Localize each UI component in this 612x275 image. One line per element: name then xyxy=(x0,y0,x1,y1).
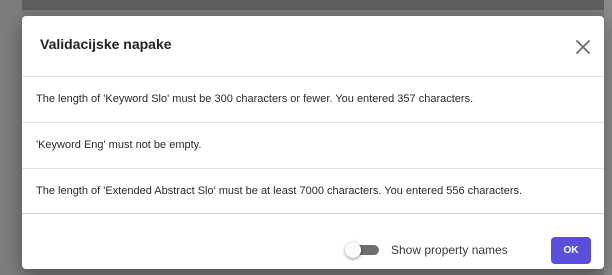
validation-errors-dialog: Validacijske napake The length of 'Keywo… xyxy=(22,16,604,269)
dialog-title: Validacijske napake xyxy=(40,36,172,52)
show-property-names-label: Show property names xyxy=(391,243,508,257)
error-item: 'Keyword Eng' must not be empty. xyxy=(22,122,604,168)
error-item: The length of 'Extended Abstract Slo' mu… xyxy=(22,168,604,214)
close-button[interactable] xyxy=(572,36,594,58)
error-message: The length of 'Keyword Slo' must be 300 … xyxy=(36,93,474,105)
show-property-names-toggle[interactable] xyxy=(345,242,381,258)
dialog-footer: Show property names OK xyxy=(22,230,604,269)
close-icon xyxy=(576,40,590,54)
error-message: The length of 'Extended Abstract Slo' mu… xyxy=(36,185,523,197)
backdrop-top xyxy=(0,0,612,10)
toggle-thumb xyxy=(345,242,361,258)
error-message: 'Keyword Eng' must not be empty. xyxy=(36,139,202,151)
error-list: The length of 'Keyword Slo' must be 300 … xyxy=(22,76,604,214)
error-item: The length of 'Keyword Slo' must be 300 … xyxy=(22,76,604,122)
backdrop-right xyxy=(604,0,612,275)
backdrop-left xyxy=(0,0,22,275)
ok-button[interactable]: OK xyxy=(551,237,591,264)
dialog-header: Validacijske napake xyxy=(22,16,604,76)
